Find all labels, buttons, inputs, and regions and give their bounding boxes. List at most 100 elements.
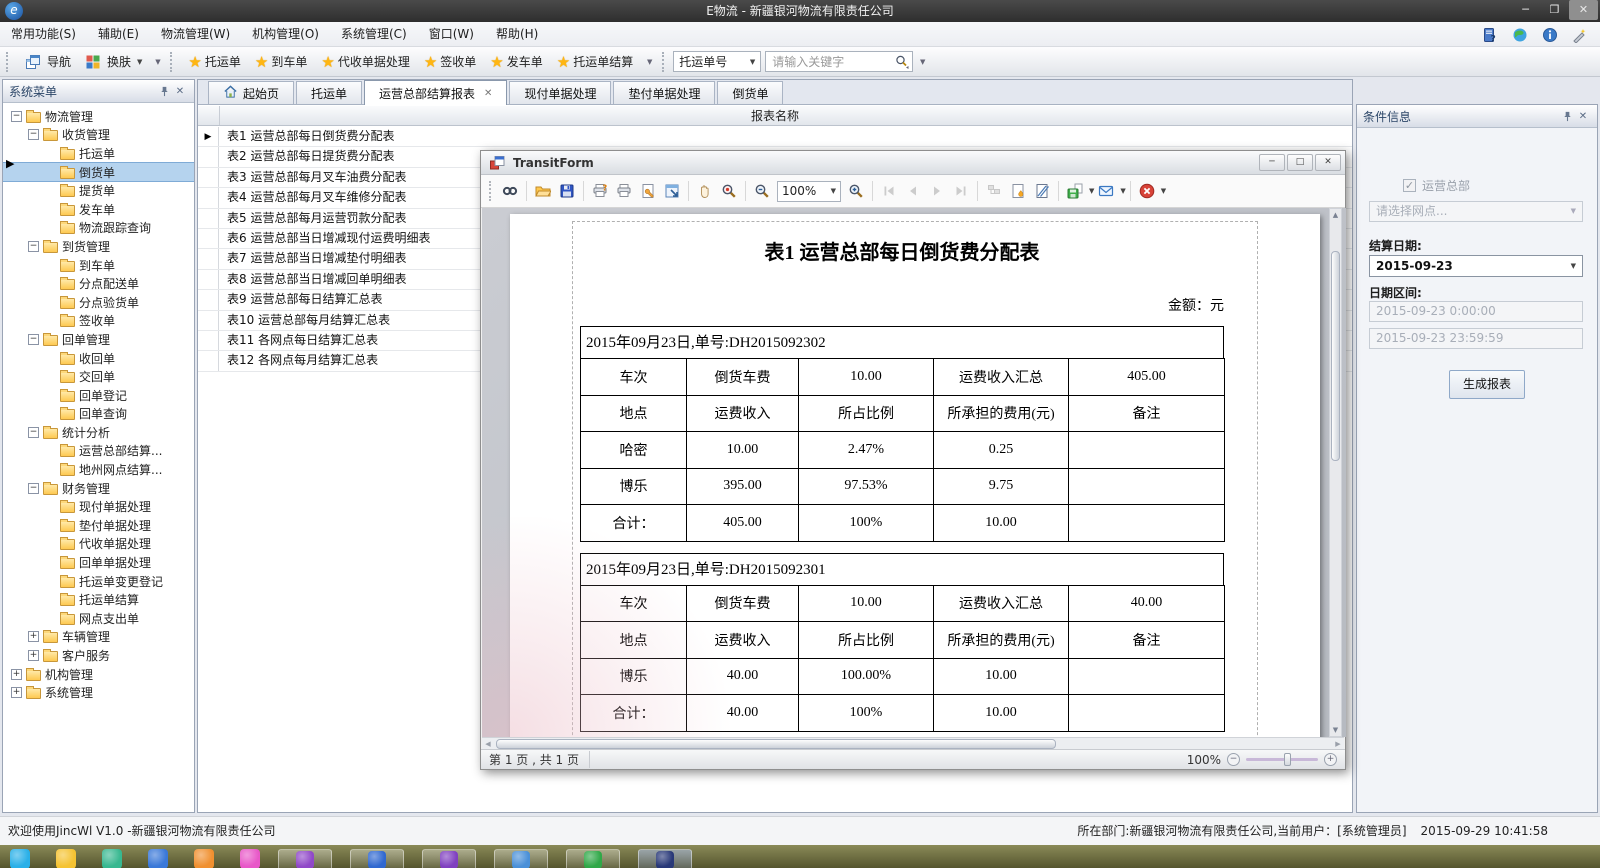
range-start-field[interactable]: 2015-09-23 0:00:00: [1369, 301, 1583, 322]
nav-next-icon[interactable]: [925, 179, 949, 203]
dock-arrow-icon[interactable]: ▶: [6, 157, 14, 170]
tree-item[interactable]: 物流跟踪查询: [3, 219, 194, 238]
tab-item[interactable]: 倒货单: [717, 81, 783, 104]
globe-icon[interactable]: [1510, 25, 1530, 45]
tree-toggle-icon[interactable]: −: [28, 483, 39, 494]
menu-item[interactable]: 系统管理(C): [330, 22, 418, 47]
taskbar-app-icon[interactable]: [296, 851, 314, 868]
zoom-out-button[interactable]: −: [1227, 753, 1240, 766]
scrollbar-thumb[interactable]: [1331, 251, 1340, 461]
zoom-out-icon[interactable]: [750, 179, 774, 203]
tree-item[interactable]: −统计分析: [3, 423, 194, 442]
generate-report-button[interactable]: 生成报表: [1449, 370, 1525, 399]
toolbar-overflow-button[interactable]: ▼: [916, 51, 929, 73]
tree-item[interactable]: 发车单: [3, 200, 194, 219]
tree-item[interactable]: −回单管理: [3, 330, 194, 349]
tree-item[interactable]: +系统管理: [3, 683, 194, 702]
tree-item[interactable]: 收回单: [3, 349, 194, 368]
toolbar-grip[interactable]: [6, 52, 12, 72]
scrollbar-thumb[interactable]: [496, 739, 1056, 749]
tree-toggle-icon[interactable]: −: [28, 129, 39, 140]
tree-item[interactable]: 地州网点结算...: [3, 460, 194, 479]
favorite-shortcut-button[interactable]: ★托运单: [181, 51, 247, 73]
tab-close-icon[interactable]: ✕: [484, 88, 492, 99]
tree-item[interactable]: 垫付单据处理: [3, 516, 194, 535]
row-selector[interactable]: [198, 147, 219, 166]
tree-toggle-icon[interactable]: +: [11, 687, 22, 698]
chevron-down-icon[interactable]: ▼: [1120, 187, 1125, 195]
tree-item[interactable]: −财务管理: [3, 479, 194, 498]
taskbar-app-button[interactable]: [566, 849, 620, 868]
page-edit-icon[interactable]: [1030, 179, 1054, 203]
row-selector[interactable]: [198, 290, 219, 309]
row-selector[interactable]: [198, 209, 219, 228]
tree-item[interactable]: 回单查询: [3, 405, 194, 424]
wizard-icon[interactable]: [1570, 25, 1590, 45]
zoom-in-icon[interactable]: [844, 179, 868, 203]
watermark-icon[interactable]: [1006, 179, 1030, 203]
report-row[interactable]: ▶表1 运营总部每日倒货费分配表: [198, 127, 1352, 147]
open-icon[interactable]: [531, 179, 555, 203]
tree-item[interactable]: 签收单: [3, 312, 194, 331]
zoom-window-icon[interactable]: [717, 179, 741, 203]
tree-item[interactable]: +客户服务: [3, 646, 194, 665]
restore-button[interactable]: ❐: [1540, 0, 1569, 20]
outline-icon[interactable]: [982, 179, 1006, 203]
tree-item[interactable]: 分点验货单: [3, 293, 194, 312]
toolbar-overflow-button[interactable]: ▼: [643, 51, 656, 73]
tree-toggle-icon[interactable]: +: [11, 669, 22, 680]
tree-item[interactable]: 提货单: [3, 181, 194, 200]
taskbar-app-icon[interactable]: [240, 849, 260, 868]
pan-icon[interactable]: [693, 179, 717, 203]
row-selector[interactable]: [198, 249, 219, 268]
export-icon[interactable]: [1063, 179, 1087, 203]
menu-item[interactable]: 物流管理(W): [150, 22, 241, 47]
email-icon[interactable]: [1094, 179, 1118, 203]
row-selector[interactable]: [198, 229, 219, 248]
toolbar-overflow-button[interactable]: ▼: [151, 51, 164, 73]
row-selector[interactable]: [198, 331, 219, 350]
nav-first-icon[interactable]: [877, 179, 901, 203]
taskbar-app-button[interactable]: [422, 849, 476, 868]
menu-item[interactable]: 辅助(E): [87, 22, 150, 47]
taskbar-app-button[interactable]: [278, 849, 332, 868]
tab-item[interactable]: 现付单据处理: [509, 81, 611, 104]
close-button[interactable]: ✕: [1315, 154, 1341, 171]
taskbar-app-button[interactable]: [494, 849, 548, 868]
navigate-button[interactable]: 导航: [17, 50, 77, 74]
tree-item[interactable]: 交回单: [3, 367, 194, 386]
info-icon[interactable]: [1540, 25, 1560, 45]
toolbar-grip[interactable]: [662, 52, 668, 72]
range-end-field[interactable]: 2015-09-23 23:59:59: [1369, 328, 1583, 349]
row-selector[interactable]: [198, 270, 219, 289]
favorite-shortcut-button[interactable]: ★签收单: [417, 51, 483, 73]
taskbar-app-button[interactable]: [638, 849, 692, 868]
taskbar-app-button[interactable]: [350, 849, 404, 868]
tree-item[interactable]: 托运单结算: [3, 590, 194, 609]
search-input[interactable]: [765, 51, 913, 72]
zoom-slider-thumb[interactable]: [1284, 753, 1291, 766]
tree-item[interactable]: 代收单据处理: [3, 535, 194, 554]
taskbar-app-icon[interactable]: [368, 851, 386, 868]
taskbar-app-icon[interactable]: [56, 849, 76, 868]
tree-toggle-icon[interactable]: +: [28, 631, 39, 642]
menu-item[interactable]: 帮助(H): [485, 22, 549, 47]
taskbar-app-icon[interactable]: [148, 849, 168, 868]
taskbar-app-icon[interactable]: [512, 851, 530, 868]
chevron-down-icon[interactable]: ▼: [1161, 187, 1166, 195]
tree-item[interactable]: 回单登记: [3, 386, 194, 405]
minimize-button[interactable]: ─: [1259, 154, 1285, 171]
pin-icon[interactable]: [1559, 108, 1575, 124]
tree-item[interactable]: 托运单: [3, 144, 194, 163]
favorite-shortcut-button[interactable]: ★代收单据处理: [314, 51, 416, 73]
tab-item[interactable]: 起始页: [208, 81, 294, 104]
taskbar-app-icon[interactable]: [10, 849, 30, 868]
toolbar-grip[interactable]: [170, 52, 176, 72]
tree-item[interactable]: 运营总部结算...: [3, 442, 194, 461]
zoom-slider[interactable]: [1246, 758, 1318, 761]
tree-toggle-icon[interactable]: −: [11, 111, 22, 122]
favorite-shortcut-button[interactable]: ★发车单: [483, 51, 549, 73]
tree-item[interactable]: +车辆管理: [3, 628, 194, 647]
tree-item[interactable]: +机构管理: [3, 665, 194, 684]
tree-item[interactable]: −到货管理: [3, 237, 194, 256]
